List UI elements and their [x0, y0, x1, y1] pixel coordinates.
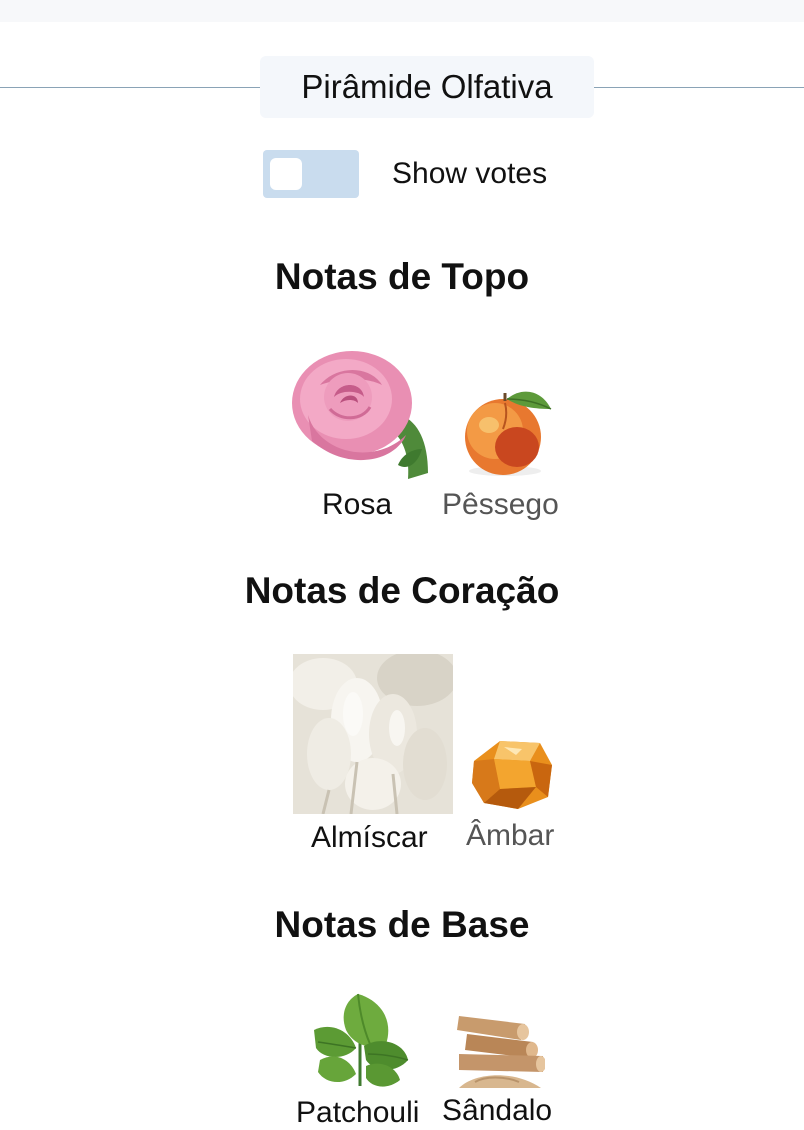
note-label-pessego: Pêssego: [442, 488, 559, 521]
note-label-sandalo: Sândalo: [442, 1094, 553, 1127]
divider-left: [0, 87, 260, 88]
peach-image: [465, 391, 552, 476]
note-rosa[interactable]: Rosa: [290, 345, 430, 521]
note-label-almiscar: Almíscar: [311, 821, 428, 854]
note-label-rosa: Rosa: [322, 488, 393, 521]
section-title-top: Notas de Topo: [274, 256, 530, 297]
show-votes-label: Show votes: [392, 157, 548, 190]
sandalwood-image: [457, 1016, 546, 1088]
note-pessego[interactable]: Pêssego: [442, 385, 559, 521]
note-sandalo[interactable]: Sândalo: [442, 1002, 552, 1127]
musk-image: [289, 650, 457, 815]
pyramid-title: Pirâmide Olfativa: [260, 56, 594, 118]
top-strip: [0, 0, 804, 22]
show-votes-toggle[interactable]: [263, 150, 359, 198]
amber-image: [472, 741, 552, 809]
note-label-patchouli: Patchouli: [296, 1096, 420, 1129]
note-patchouli[interactable]: Patchouli: [296, 990, 419, 1129]
section-title-base: Notas de Base: [274, 904, 530, 945]
divider-right: [594, 87, 804, 88]
toggle-knob: [270, 158, 302, 190]
note-almiscar[interactable]: Almíscar: [289, 650, 457, 854]
rose-image: [290, 345, 430, 481]
section-title-heart: Notas de Coração: [244, 570, 560, 611]
patchouli-image: [314, 993, 409, 1087]
note-label-ambar: Âmbar: [466, 819, 555, 852]
note-ambar[interactable]: Âmbar: [466, 737, 554, 852]
